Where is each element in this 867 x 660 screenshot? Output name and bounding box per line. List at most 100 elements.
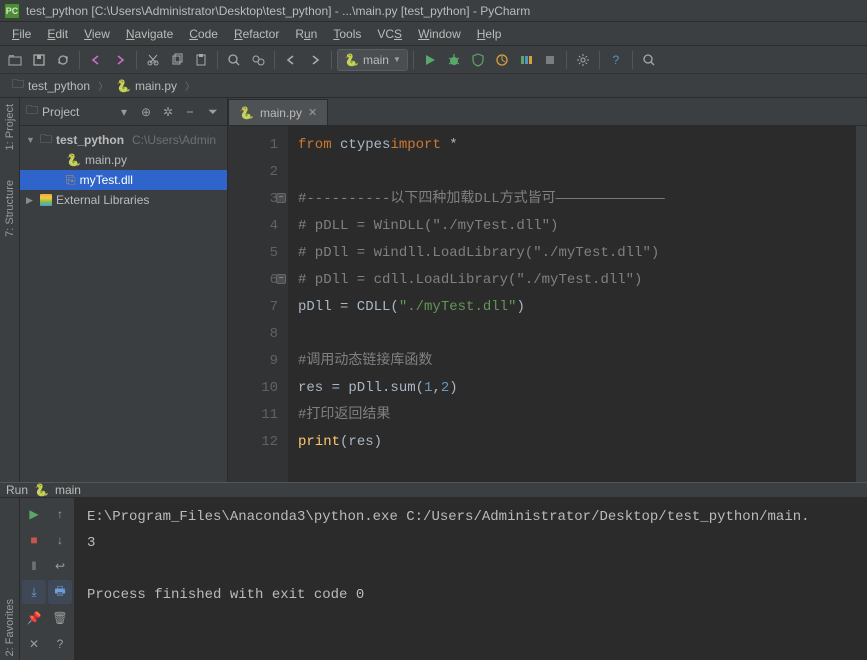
print-icon[interactable]: 🖶 xyxy=(48,580,72,604)
project-tree[interactable]: ▼ 🗀 test_python C:\Users\Admin 🐍 main.py… xyxy=(20,126,227,214)
replace-icon[interactable] xyxy=(247,49,269,71)
sync-icon[interactable] xyxy=(52,49,74,71)
paste-icon[interactable] xyxy=(190,49,212,71)
back-icon[interactable] xyxy=(280,49,302,71)
redo-icon[interactable] xyxy=(109,49,131,71)
save-all-icon[interactable] xyxy=(28,49,50,71)
hide-panel-icon[interactable]: ⎯ xyxy=(181,104,199,119)
up-stack-icon[interactable]: ↑ xyxy=(48,502,72,526)
toolbar-separator xyxy=(136,51,137,69)
close-tab-icon[interactable]: ✕ xyxy=(308,106,317,119)
breadcrumb-root[interactable]: 🗀 test_python xyxy=(6,75,96,97)
dropdown-icon: ▼ xyxy=(393,55,401,64)
toolbar-separator xyxy=(599,51,600,69)
project-toolwindow: 🗀 Project ▾ ⊕ ✲ ⎯ ⏵ ▼ 🗀 test_python C:\U… xyxy=(20,98,228,482)
breadcrumb-root-label: test_python xyxy=(28,79,90,93)
menu-navigate[interactable]: Navigate xyxy=(118,25,181,43)
search-everywhere-icon[interactable] xyxy=(638,49,660,71)
project-panel-title: Project xyxy=(42,105,111,119)
editor-gutter: 123−456−789101112 xyxy=(228,126,288,482)
python-file-icon: 🐍 xyxy=(116,79,131,93)
settings-icon[interactable] xyxy=(572,49,594,71)
run-toolbar: ▶ ↑ ■ ↓ ‖ ↩ ⤓ 🖶 📌 🗑 ✕ ? xyxy=(20,498,75,660)
cut-icon[interactable] xyxy=(142,49,164,71)
dll-file-icon: ⎘ xyxy=(66,173,76,188)
breadcrumb-file-label: main.py xyxy=(135,79,177,93)
open-file-icon[interactable] xyxy=(4,49,26,71)
menu-edit[interactable]: Edit xyxy=(39,25,76,43)
pin-icon[interactable]: 📌 xyxy=(22,606,46,630)
run-icon[interactable] xyxy=(419,49,441,71)
close-run-icon[interactable]: ✕ xyxy=(22,632,46,656)
run-panel-body: 2: Favorites ▶ ↑ ■ ↓ ‖ ↩ ⤓ 🖶 📌 🗑 ✕ ? E:\… xyxy=(0,498,867,660)
editor-code[interactable]: from ctypesimport * #----------以下四种加载DLL… xyxy=(288,126,855,482)
panel-settings-icon[interactable]: ✲ xyxy=(159,105,177,119)
coverage-icon[interactable] xyxy=(467,49,489,71)
editor-error-stripe[interactable] xyxy=(855,126,867,482)
stop-icon[interactable] xyxy=(539,49,561,71)
menu-window[interactable]: Window xyxy=(410,25,469,43)
soft-wrap-icon[interactable]: ↩ xyxy=(48,554,72,578)
project-panel-header: 🗀 Project ▾ ⊕ ✲ ⎯ ⏵ xyxy=(20,98,227,126)
copy-icon[interactable] xyxy=(166,49,188,71)
autoscroll-source-icon[interactable]: ▾ xyxy=(115,105,133,119)
help-run-icon[interactable]: ? xyxy=(48,632,72,656)
tree-external-libs[interactable]: ▶ External Libraries xyxy=(20,190,227,210)
menu-vcs[interactable]: VCS xyxy=(369,25,410,43)
find-icon[interactable] xyxy=(223,49,245,71)
folder-icon: 🗀 xyxy=(12,75,24,96)
editor-tab-main[interactable]: 🐍 main.py ✕ xyxy=(228,99,328,125)
python-icon: 🐍 xyxy=(344,53,359,67)
scroll-end-icon[interactable]: ⤓ xyxy=(22,580,46,604)
main-menubar: File Edit View Navigate Code Refactor Ru… xyxy=(0,22,867,46)
tab-favorites[interactable]: 2: Favorites xyxy=(4,599,16,656)
rerun-icon[interactable]: ▶ xyxy=(22,502,46,526)
code-editor[interactable]: 123−456−789101112 from ctypesimport * #-… xyxy=(228,126,867,482)
tab-project[interactable]: 1: Project xyxy=(4,104,16,150)
editor-tabs: 🐍 main.py ✕ xyxy=(228,98,867,126)
down-stack-icon[interactable]: ↓ xyxy=(48,528,72,552)
expand-icon[interactable]: ▶ xyxy=(26,195,36,206)
run-toolwindow: Run 🐍 main 2: Favorites ▶ ↑ ■ ↓ ‖ ↩ ⤓ 🖶 … xyxy=(0,482,867,658)
autoscroll-target-icon[interactable]: ⊕ xyxy=(137,105,155,119)
forward-icon[interactable] xyxy=(304,49,326,71)
toolbar-separator xyxy=(632,51,633,69)
tree-root-path: C:\Users\Admin xyxy=(132,133,216,147)
menu-run[interactable]: Run xyxy=(287,25,325,43)
toolbar-separator xyxy=(413,51,414,69)
pycharm-appicon: PC xyxy=(4,3,20,19)
run-config-selector[interactable]: 🐍 main ▼ xyxy=(337,49,408,71)
chevron-right-icon: 〉 xyxy=(98,78,108,93)
breadcrumb-file[interactable]: 🐍 main.py xyxy=(110,75,183,97)
run-panel-config: main xyxy=(55,483,81,497)
clear-icon[interactable]: 🗑 xyxy=(48,606,72,630)
left-toolwindow-strip-bottom: 2: Favorites xyxy=(0,498,20,660)
main-toolbar: 🐍 main ▼ ? xyxy=(0,46,867,74)
tree-file-main[interactable]: 🐍 main.py xyxy=(20,150,227,170)
expand-icon[interactable]: ▼ xyxy=(26,135,36,145)
tab-structure[interactable]: 7: Structure xyxy=(4,180,16,237)
toolbar-separator xyxy=(566,51,567,69)
menu-refactor[interactable]: Refactor xyxy=(226,25,287,43)
dock-icon[interactable]: ⏵ xyxy=(205,103,220,121)
menu-help[interactable]: Help xyxy=(469,25,510,43)
run-console[interactable]: E:\Program_Files\Anaconda3\python.exe C:… xyxy=(75,498,867,660)
menu-tools[interactable]: Tools xyxy=(325,25,369,43)
menu-view[interactable]: View xyxy=(76,25,118,43)
undo-icon[interactable] xyxy=(85,49,107,71)
profile-icon[interactable] xyxy=(491,49,513,71)
debug-icon[interactable] xyxy=(443,49,465,71)
menu-code[interactable]: Code xyxy=(181,25,226,43)
editor-tab-label: main.py xyxy=(260,106,302,120)
help-icon[interactable]: ? xyxy=(605,49,627,71)
tree-file-dll[interactable]: ⎘ myTest.dll xyxy=(20,170,227,190)
concurrency-icon[interactable] xyxy=(515,49,537,71)
stop-run-icon[interactable]: ■ xyxy=(22,528,46,552)
tree-project-root[interactable]: ▼ 🗀 test_python C:\Users\Admin xyxy=(20,130,227,150)
python-icon: 🐍 xyxy=(34,483,49,497)
pause-icon[interactable]: ‖ xyxy=(22,554,46,578)
python-file-icon: 🐍 xyxy=(66,153,81,167)
toolbar-separator xyxy=(79,51,80,69)
run-panel-header[interactable]: Run 🐍 main xyxy=(0,483,867,498)
menu-file[interactable]: File xyxy=(4,25,39,43)
